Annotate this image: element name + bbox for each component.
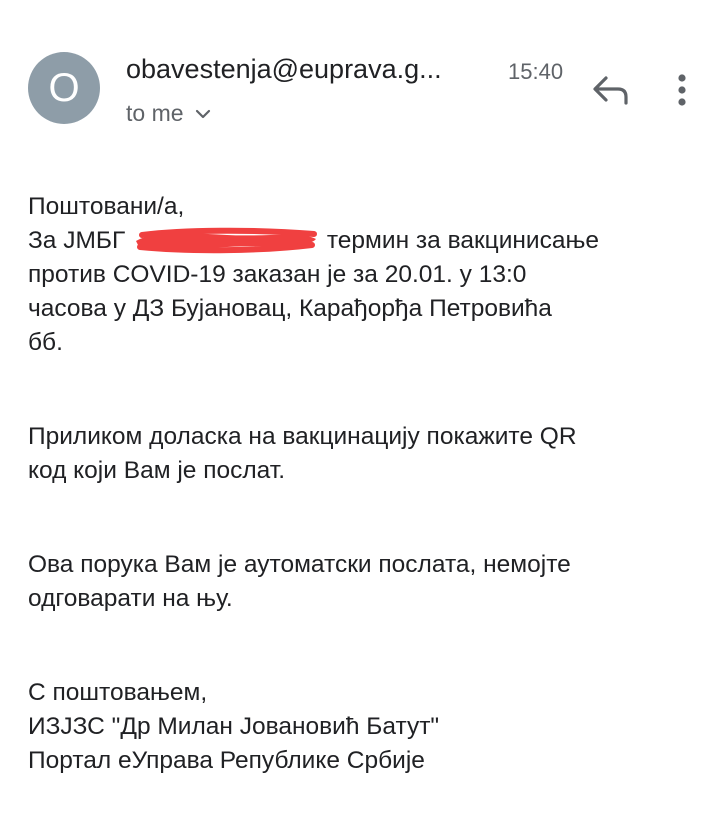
qr-instruction-paragraph: Приликом доласка на вакцинацију покажите… [28, 420, 698, 488]
jmbg-label: За ЈМБГ [28, 227, 126, 254]
reply-icon [593, 76, 628, 105]
recipient-label: to me [126, 100, 184, 126]
body-line: часова у ДЗ Бујановац, Карађорђа Петрови… [28, 295, 552, 322]
body-line: Ова порука Вам је аутоматски послата, не… [28, 551, 571, 578]
body-line: одговарати на њу. [28, 585, 233, 612]
body-line: код који Вам је послат. [28, 457, 286, 484]
more-options-button[interactable] [666, 66, 698, 114]
email-header: O obavestenja@euprava.g... 15:40 to me [0, 0, 720, 150]
sender-avatar[interactable]: O [28, 52, 100, 124]
body-line: С поштовањем, [28, 679, 208, 706]
body-line: бб. [28, 329, 63, 356]
body-line: ИЗЈЗС "Др Милан Јовановић Батут" [28, 713, 440, 740]
redaction-mark [132, 225, 320, 255]
chevron-down-icon [195, 109, 210, 118]
reply-button[interactable] [588, 70, 636, 110]
sender-address[interactable]: obavestenja@euprava.g... [126, 54, 442, 85]
body-line: Поштовани/а, [28, 193, 185, 220]
recipient-details-toggle[interactable]: to me [126, 100, 212, 127]
greeting-paragraph: Поштовани/а, За ЈМБГ термин за вакциниса… [28, 190, 698, 360]
email-body: Поштовани/а, За ЈМБГ термин за вакциниса… [28, 190, 698, 778]
more-vert-icon [678, 74, 686, 106]
message-time: 15:40 [508, 59, 564, 84]
body-line-jmbg: За ЈМБГ термин за вакцинисање [28, 224, 698, 258]
body-line: Приликом доласка на вакцинацију покажите… [28, 423, 577, 450]
appointment-text: термин за вакцинисање [326, 227, 600, 254]
body-line: против COVID-19 заказан је за 20.01. у 1… [28, 261, 527, 288]
signature-paragraph: С поштовањем, ИЗЈЗС "Др Милан Јовановић … [28, 676, 698, 778]
body-line: Портал еУправа Републике Србије [28, 747, 425, 774]
auto-message-paragraph: Ова порука Вам је аутоматски послата, не… [28, 548, 698, 616]
